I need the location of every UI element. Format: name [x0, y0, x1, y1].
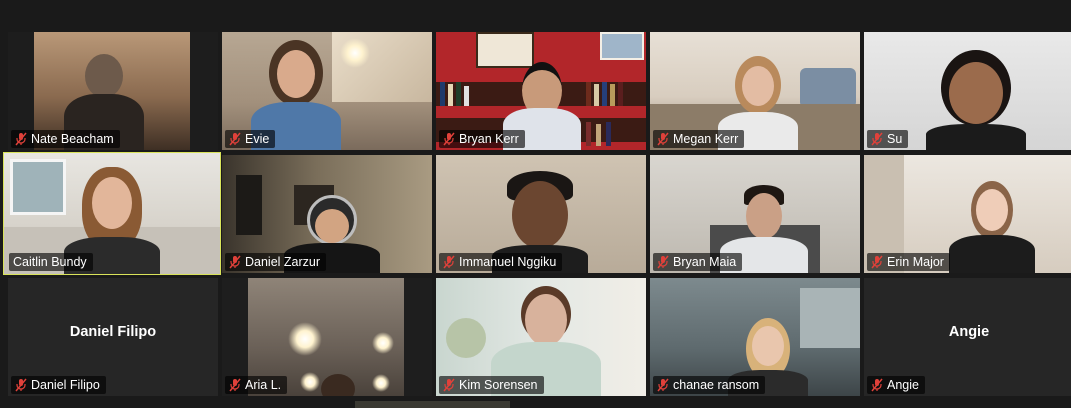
participant-tile-angie[interactable]: Angie Angie — [864, 278, 1071, 396]
participant-display-name: Daniel Filipo — [69, 324, 157, 340]
next-row-partial-tile — [355, 401, 510, 408]
participant-name: Aria L. — [245, 378, 282, 392]
participant-name: Kim Sorensen — [459, 378, 538, 392]
participant-tile-daniel-filipo[interactable]: Daniel Filipo Daniel Filipo — [8, 278, 218, 396]
microphone-muted-icon — [657, 132, 669, 146]
nameplate: Daniel Filipo — [11, 376, 106, 394]
microphone-muted-icon — [15, 132, 27, 146]
participant-tile-evie[interactable]: Evie — [222, 32, 432, 150]
microphone-muted-icon — [871, 378, 883, 392]
participant-name: Megan Kerr — [673, 132, 739, 146]
participant-name: Su — [887, 132, 903, 146]
microphone-muted-icon — [443, 132, 455, 146]
microphone-muted-icon — [871, 132, 883, 146]
participant-name: Erin Major — [887, 255, 944, 269]
participant-tile-immanuel-nggiku[interactable]: Immanuel Nggiku — [436, 155, 646, 273]
nameplate: Angie — [867, 376, 925, 394]
video-gallery: Nate Beacham Evie Bryan Kerr Megan Kerr … — [0, 0, 1071, 408]
microphone-muted-icon — [15, 378, 27, 392]
participant-tile-bryan-maia[interactable]: Bryan Maia — [650, 155, 860, 273]
nameplate: Evie — [225, 130, 276, 148]
microphone-muted-icon — [657, 255, 669, 269]
nameplate: Immanuel Nggiku — [439, 253, 563, 271]
nameplate: Nate Beacham — [11, 130, 120, 148]
participant-name: Evie — [245, 132, 270, 146]
participant-tile-bryan-kerr[interactable]: Bryan Kerr — [436, 32, 646, 150]
participant-tile-caitlin-bundy[interactable]: Caitlin Bundy — [3, 152, 221, 275]
microphone-muted-icon — [229, 132, 241, 146]
nameplate: Bryan Maia — [653, 253, 743, 271]
microphone-muted-icon — [229, 378, 241, 392]
participant-name: Nate Beacham — [31, 132, 114, 146]
participant-tile-nate-beacham[interactable]: Nate Beacham — [8, 32, 218, 150]
microphone-muted-icon — [443, 378, 455, 392]
participant-name: Bryan Maia — [673, 255, 737, 269]
nameplate: Megan Kerr — [653, 130, 745, 148]
participant-tile-su[interactable]: Su — [864, 32, 1071, 150]
participant-name: Daniel Zarzur — [245, 255, 321, 269]
nameplate: Daniel Zarzur — [225, 253, 327, 271]
participant-tile-chanae-ransom[interactable]: chanae ransom — [650, 278, 860, 396]
nameplate: Aria L. — [225, 376, 288, 394]
nameplate: chanae ransom — [653, 376, 766, 394]
participant-tile-megan-kerr[interactable]: Megan Kerr — [650, 32, 860, 150]
nameplate: Su — [867, 130, 909, 148]
microphone-muted-icon — [871, 255, 883, 269]
microphone-muted-icon — [657, 378, 669, 392]
participant-tile-aria-l[interactable]: Aria L. — [222, 278, 432, 396]
participant-display-name: Angie — [948, 324, 990, 340]
nameplate: Bryan Kerr — [439, 130, 525, 148]
microphone-muted-icon — [443, 255, 455, 269]
person-silhouette — [949, 181, 1035, 273]
participant-name: Caitlin Bundy — [13, 255, 87, 269]
participant-name: Angie — [887, 378, 919, 392]
person-silhouette — [926, 50, 1026, 150]
participant-name: chanae ransom — [673, 378, 760, 392]
person-silhouette — [318, 374, 358, 396]
nameplate: Kim Sorensen — [439, 376, 544, 394]
participant-tile-erin-major[interactable]: Erin Major — [864, 155, 1071, 273]
participant-name: Immanuel Nggiku — [459, 255, 557, 269]
participant-name: Bryan Kerr — [459, 132, 519, 146]
nameplate: Erin Major — [867, 253, 950, 271]
nameplate: Caitlin Bundy — [9, 253, 93, 271]
microphone-muted-icon — [229, 255, 241, 269]
participant-tile-daniel-zarzur[interactable]: Daniel Zarzur — [222, 155, 432, 273]
participant-name: Daniel Filipo — [31, 378, 100, 392]
participant-tile-kim-sorensen[interactable]: Kim Sorensen — [436, 278, 646, 396]
